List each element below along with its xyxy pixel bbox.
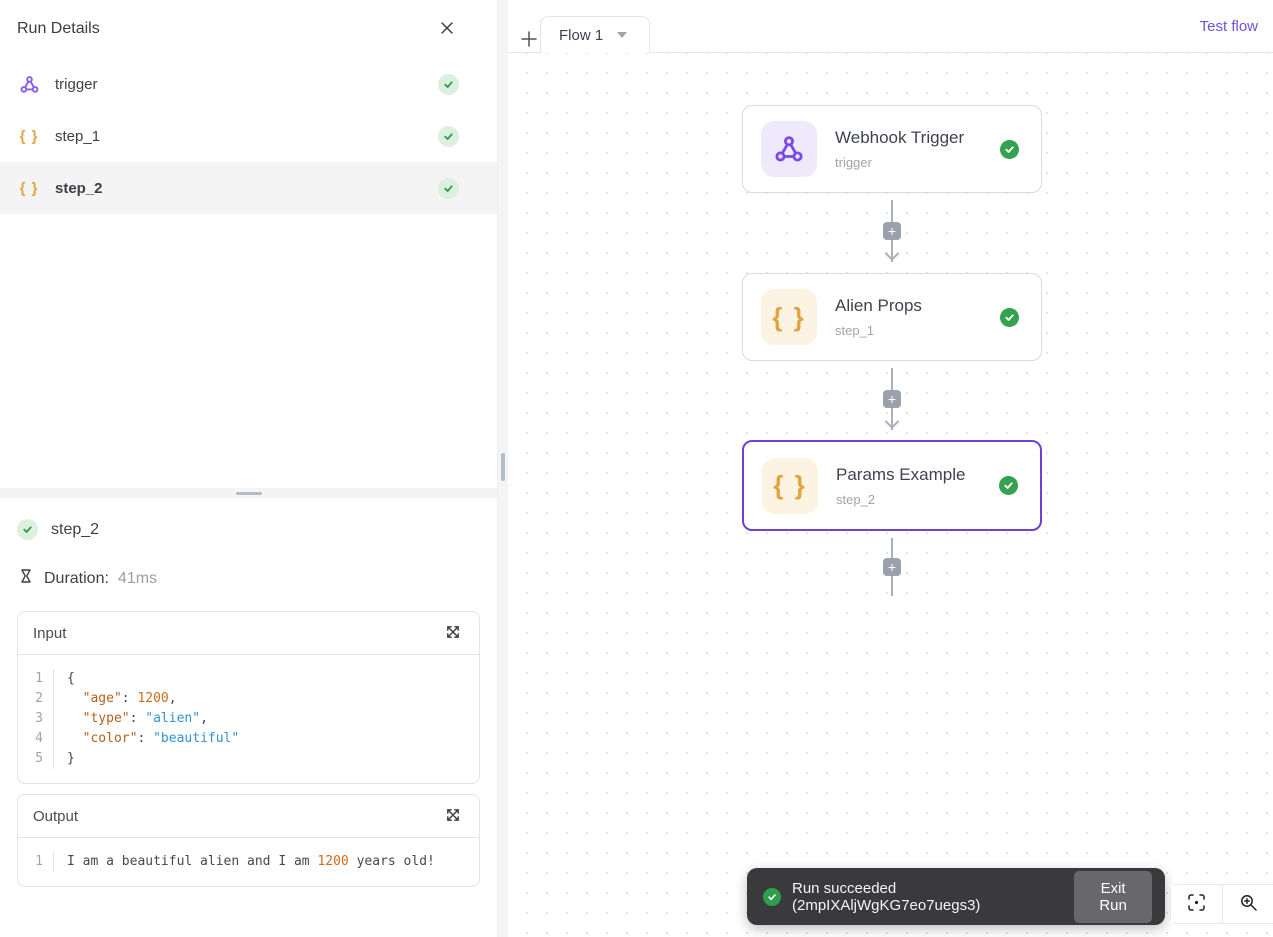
success-check-icon — [999, 476, 1018, 495]
success-check-icon — [1000, 139, 1019, 159]
run-step-row-step-2[interactable]: { } step_2 — [0, 162, 497, 214]
success-check-icon — [438, 125, 459, 147]
success-check-icon — [438, 177, 459, 199]
close-icon — [439, 20, 455, 39]
node-subtitle: step_1 — [835, 323, 875, 338]
flow-canvas: Flow 1 Test flow Webhook Trigger trigger — [508, 0, 1273, 937]
node-title: Alien Props — [835, 296, 922, 315]
duration-label: Duration: — [44, 569, 109, 587]
plus-icon — [520, 30, 538, 51]
expand-input-button[interactable] — [442, 621, 464, 646]
arrow-down-icon — [884, 248, 900, 266]
add-step-button[interactable]: + — [883, 390, 901, 408]
step-name: trigger — [55, 75, 98, 93]
close-button[interactable] — [435, 16, 459, 43]
code-line: 5 } — [18, 749, 479, 769]
success-check-icon — [1000, 307, 1019, 327]
step-details-header: step_2 — [17, 519, 480, 540]
output-title: Output — [33, 807, 79, 825]
add-flow-button[interactable] — [516, 26, 542, 55]
node-params-example[interactable]: { } Params Example step_2 — [742, 440, 1042, 531]
panel-title: Run Details — [17, 20, 100, 37]
success-check-icon — [438, 73, 459, 95]
input-card-header: Input — [18, 612, 479, 655]
braces-icon: { } — [761, 289, 817, 345]
vertical-resize-handle[interactable] — [498, 0, 508, 937]
run-succeeded-toast: Run succeeded (2mpIXAljWgKG7eo7uegs3) Ex… — [747, 868, 1165, 925]
node-subtitle: step_2 — [836, 491, 876, 507]
output-code-block: 1 I am a beautiful alien and I am 1200 y… — [18, 838, 479, 886]
webhook-icon — [17, 74, 41, 95]
input-card: Input 1 { 2 "age": 1200, 3 "type": "alie… — [17, 611, 480, 784]
node-alien-props[interactable]: { } Alien Props step_1 — [742, 273, 1042, 361]
braces-icon: { } — [762, 457, 818, 514]
edge-step1-step2: + — [883, 368, 901, 430]
tab-flow-1[interactable]: Flow 1 — [540, 16, 650, 53]
horizontal-resize-handle[interactable] — [0, 488, 497, 498]
step-name: step_2 — [55, 179, 103, 197]
expand-icon — [446, 625, 460, 642]
add-step-button[interactable]: + — [883, 558, 901, 576]
code-line: 3 "type": "alien", — [18, 709, 479, 729]
output-card: Output 1 I am a beautiful alien and I am… — [17, 794, 480, 887]
run-steps-section: Run Details trigger { } step_1 {} step_… — [0, 0, 497, 488]
run-details-panel: Run Details trigger { } step_1 {} step_… — [0, 0, 498, 937]
code-line: 4 "color": "beautiful" — [18, 729, 479, 749]
node-webhook-trigger[interactable]: Webhook Trigger trigger — [742, 105, 1042, 193]
selected-step-name: step_2 — [51, 520, 100, 538]
input-title: Input — [33, 624, 67, 642]
fit-view-icon — [1187, 893, 1206, 915]
zoom-in-button[interactable] — [1222, 885, 1273, 923]
expand-output-button[interactable] — [442, 804, 464, 829]
code-line: 1 I am a beautiful alien and I am 1200 y… — [18, 852, 479, 872]
duration-value: 41ms — [117, 569, 158, 587]
success-check-icon — [17, 519, 38, 540]
run-step-row-trigger[interactable]: trigger — [0, 58, 497, 110]
tab-label: Flow 1 — [559, 26, 604, 44]
run-details-header: Run Details — [0, 0, 497, 58]
line-number: 4 — [18, 729, 54, 749]
braces-icon: { } — [19, 127, 39, 145]
resize-grip — [501, 453, 505, 481]
canvas-area[interactable]: Webhook Trigger trigger + { } Alien Prop… — [508, 53, 1273, 937]
expand-icon — [446, 808, 460, 825]
exit-run-button[interactable]: Exit Run — [1074, 870, 1152, 923]
node-title: Params Example — [836, 464, 966, 484]
success-check-icon — [763, 887, 781, 906]
step-details-section: step_2 Duration: 41ms Input 1 {2 "age":… — [0, 498, 497, 937]
code-line: 1 { — [18, 669, 479, 689]
step-name: step_1 — [55, 127, 101, 145]
run-step-row-step-1[interactable]: { } step_1 — [0, 110, 497, 162]
code-line: 2 "age": 1200, — [18, 689, 479, 709]
arrow-down-icon — [884, 416, 900, 434]
braces-icon: { } — [19, 179, 39, 197]
chevron-down-icon — [617, 32, 628, 38]
line-number: 5 — [18, 749, 54, 769]
webhook-icon — [761, 121, 817, 177]
canvas-view-controls — [1170, 884, 1273, 924]
line-number: 1 — [18, 852, 54, 872]
output-card-header: Output — [18, 795, 479, 838]
duration-row: Duration: 41ms — [17, 567, 480, 590]
toast-message: Run succeeded (2mpIXAljWgKG7eo7uegs3) — [792, 879, 981, 914]
line-number: 2 — [18, 689, 54, 709]
edge-after-step2: + — [883, 538, 901, 596]
test-flow-button[interactable]: Test flow — [1200, 18, 1258, 35]
line-number: 3 — [18, 709, 54, 729]
input-code-block: 1 { 2 "age": 1200, 3 "type": "alien", 4 … — [18, 655, 479, 783]
node-title: Webhook Trigger — [835, 128, 965, 147]
hourglass-icon — [17, 567, 35, 590]
flow-tab-bar: Flow 1 Test flow — [508, 0, 1273, 53]
line-number: 1 — [18, 669, 54, 689]
fit-view-button[interactable] — [1171, 885, 1222, 923]
node-subtitle: trigger — [835, 155, 872, 170]
resize-grip — [235, 491, 262, 495]
zoom-in-icon — [1239, 893, 1258, 915]
edge-trigger-step1: + — [883, 200, 901, 262]
add-step-button[interactable]: + — [883, 222, 901, 240]
